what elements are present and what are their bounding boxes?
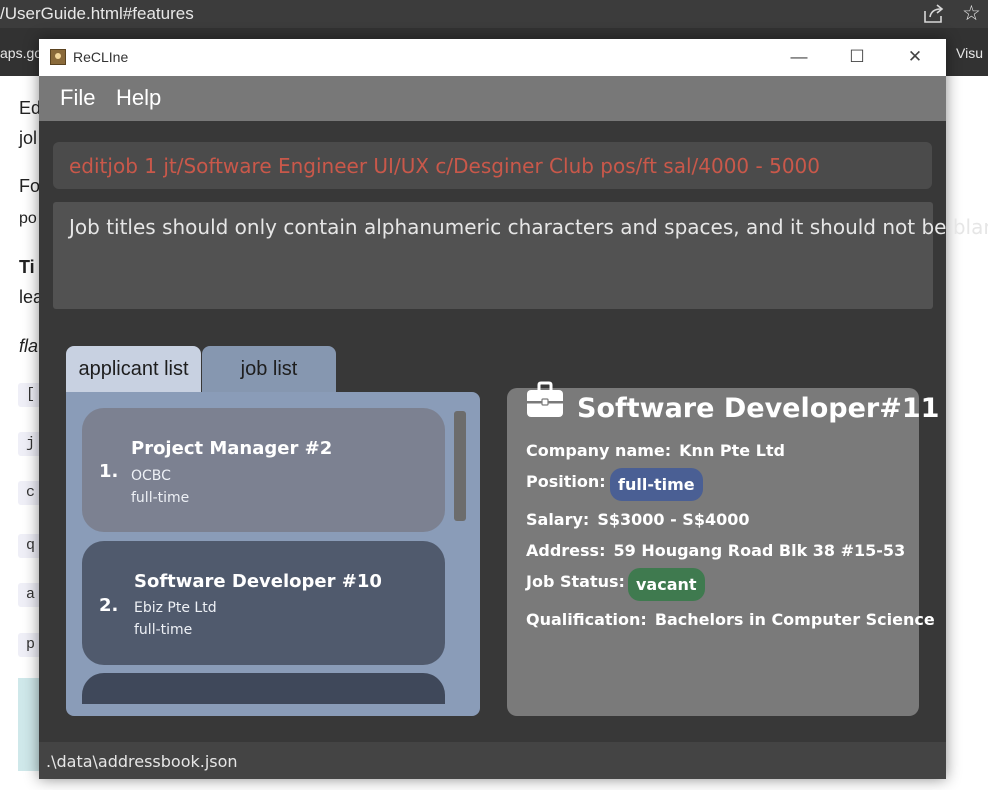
list-scrollbar[interactable] (454, 411, 466, 521)
url-text[interactable]: /UserGuide.html#features (0, 4, 194, 24)
salary-value: S$3000 - S$4000 (597, 510, 750, 529)
command-box (53, 142, 932, 189)
address-value: 59 Hougang Road Blk 38 #15-53 (613, 541, 906, 560)
doc-text: Ed (19, 98, 42, 118)
doc-text: jol (19, 128, 38, 148)
close-button[interactable]: ✕ (903, 45, 927, 69)
job-detail-panel: Software Developer#11 Company name: Knn P… (507, 381, 939, 716)
doc-text: Fo (19, 176, 41, 196)
salary-label: Salary: (526, 510, 590, 529)
status-label: Job Status: (526, 572, 625, 591)
data-file-path: .\data\addressbook.json (46, 752, 238, 771)
list-item[interactable] (82, 673, 445, 704)
maximize-button[interactable]: ☐ (845, 45, 869, 69)
qualification-value: Bachelors in Computer Science (654, 610, 935, 629)
card-company: OCBC (131, 468, 171, 484)
card-index: 2. (99, 595, 119, 616)
window-titlebar[interactable]: ReCLIne — ☐ ✕ (39, 39, 946, 76)
qualification-row: Qualification: Bachelors in Computer Scie… (526, 610, 935, 629)
status-badge: vacant (628, 568, 705, 601)
doc-text: fla (19, 336, 39, 356)
card-title: Software Developer #10 (134, 571, 382, 592)
bookmark-item[interactable]: Visu (956, 45, 983, 61)
window-title: ReCLIne (73, 49, 129, 65)
position-badge: full-time (610, 468, 703, 501)
card-title: Project Manager #2 (131, 438, 333, 459)
address-row: Address: 59 Hougang Road Blk 38 #15-53 (526, 541, 905, 560)
position-label: Position: (526, 472, 606, 491)
job-title: Software Developer#11 (577, 393, 940, 424)
share-icon[interactable] (922, 3, 946, 25)
menu-bar: File Help (39, 76, 946, 121)
minimize-button[interactable]: — (787, 45, 811, 69)
doc-text: Ti (19, 257, 35, 277)
list-item[interactable]: 2. Software Developer #10 Ebiz Pte Ltd f… (82, 541, 445, 665)
qualification-label: Qualification: (526, 610, 647, 629)
doc-text: po (19, 210, 37, 227)
bookmark-item[interactable]: aps.go (0, 45, 42, 61)
list-item[interactable]: 1. Project Manager #2 OCBC full-time (82, 408, 445, 532)
address-label: Address: (526, 541, 606, 560)
command-input[interactable] (53, 142, 932, 189)
menu-file[interactable]: File (60, 85, 95, 111)
salary-row: Salary: S$3000 - S$4000 (526, 510, 749, 529)
result-display: Job titles should only contain alphanume… (53, 202, 988, 309)
status-bar: .\data\addressbook.json (39, 742, 946, 779)
card-position: full-time (134, 622, 193, 638)
briefcase-icon (527, 381, 563, 417)
company-row: Company name: Knn Pte Ltd (526, 441, 785, 460)
company-value: Knn Pte Ltd (679, 441, 785, 460)
job-list-panel: 1. Project Manager #2 OCBC full-time 2. … (66, 392, 480, 716)
company-label: Company name: (526, 441, 672, 460)
job-list[interactable]: 1. Project Manager #2 OCBC full-time 2. … (82, 408, 445, 704)
browser-address-bar: /UserGuide.html#features ☆ (0, 0, 988, 28)
card-company: Ebiz Pte Ltd (134, 600, 217, 616)
bookmark-star-icon[interactable]: ☆ (962, 1, 981, 26)
card-index: 1. (99, 461, 119, 482)
card-position: full-time (131, 490, 190, 506)
tab-job-list[interactable]: job list (202, 346, 336, 392)
tab-applicant-list[interactable]: applicant list (66, 346, 201, 392)
app-icon (50, 49, 66, 65)
result-message: Job titles should only contain alphanume… (69, 215, 988, 239)
menu-help[interactable]: Help (116, 85, 161, 111)
app-window: ReCLIne — ☐ ✕ File Help Job titles shoul… (39, 39, 988, 779)
